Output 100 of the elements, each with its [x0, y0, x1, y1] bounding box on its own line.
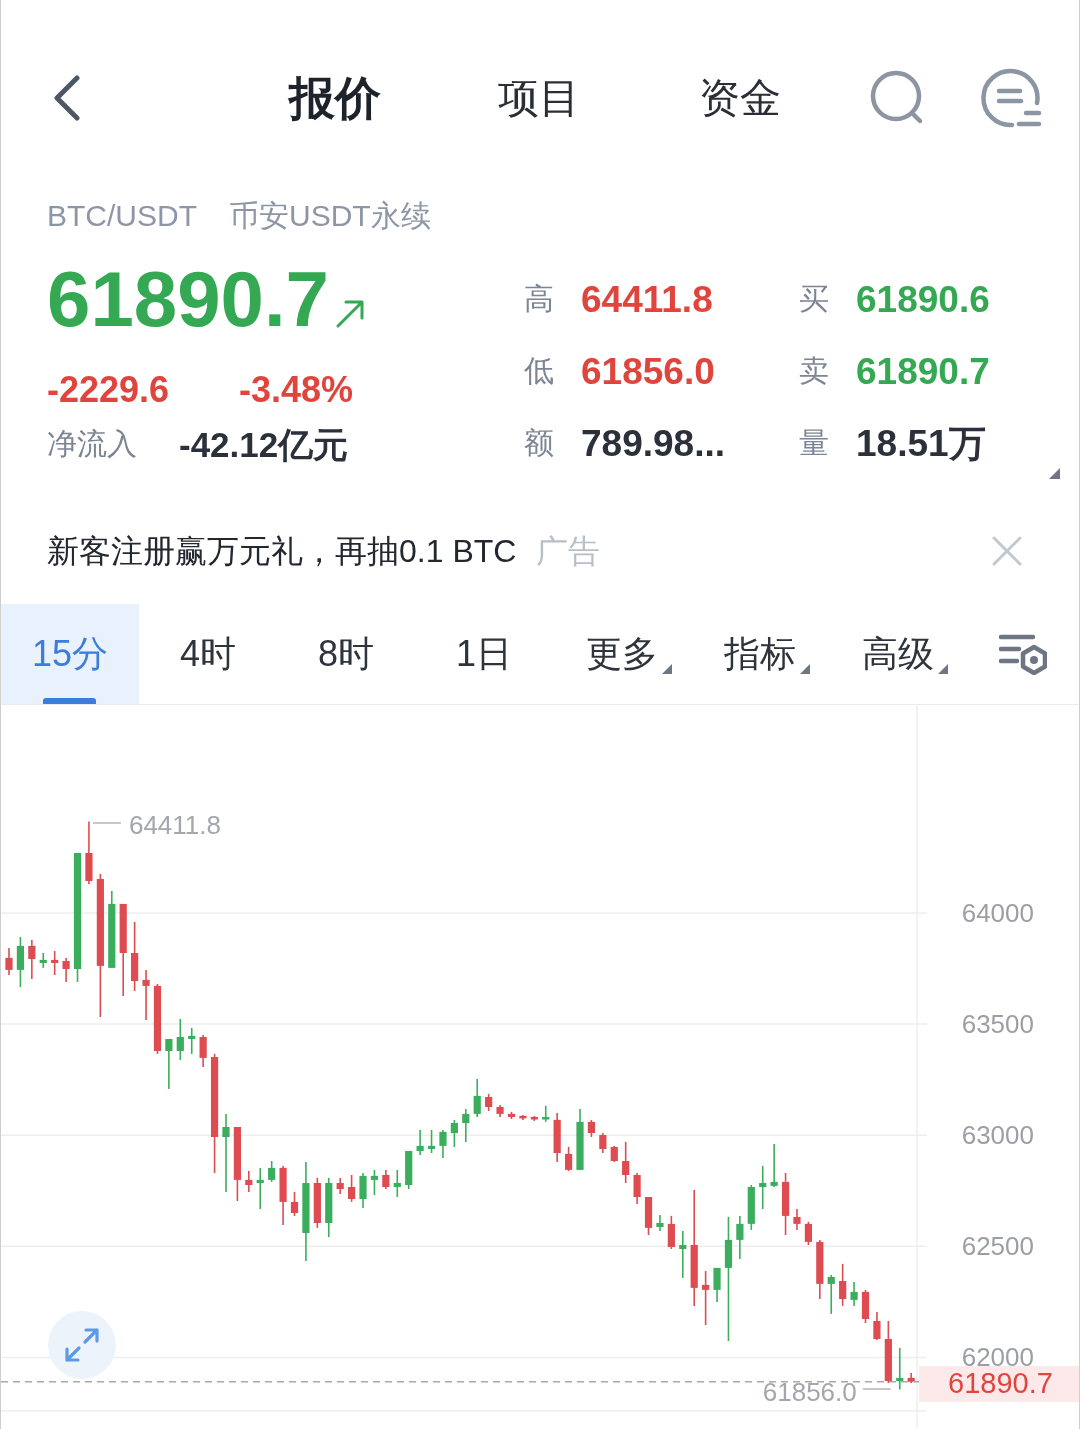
candle — [313, 1177, 321, 1229]
candle — [5, 947, 13, 976]
back-icon[interactable] — [52, 75, 82, 121]
last-price-tag: 61890.7 — [919, 1365, 1079, 1402]
candle — [713, 1267, 721, 1303]
candle — [507, 1111, 516, 1120]
candle — [839, 1263, 847, 1307]
candle — [759, 1165, 767, 1210]
candle — [633, 1172, 641, 1205]
close-icon[interactable] — [992, 535, 1022, 566]
stat-value: 64411.8 — [581, 280, 713, 318]
candle — [896, 1347, 904, 1391]
candle — [28, 939, 36, 980]
candle — [85, 820, 93, 885]
candle — [427, 1129, 436, 1154]
interval-tab[interactable]: 4时 — [139, 604, 277, 704]
stat-label: 量 — [799, 428, 830, 458]
nav-tab[interactable]: 资金 — [699, 77, 781, 119]
leader-line — [862, 1388, 892, 1390]
dropdown-corner-icon — [662, 664, 672, 674]
candle — [348, 1174, 356, 1203]
candle — [165, 1038, 173, 1090]
candle — [656, 1214, 664, 1232]
candle — [199, 1034, 207, 1068]
interval-tab[interactable]: 指标 — [691, 604, 829, 704]
message-icon[interactable] — [980, 67, 1042, 129]
expand-icon — [64, 1327, 100, 1363]
high-price-marker: 64411.8 — [128, 810, 221, 840]
candle — [51, 950, 59, 976]
candle — [496, 1104, 504, 1118]
candle — [907, 1372, 915, 1384]
candle — [188, 1027, 196, 1055]
candle — [473, 1078, 481, 1118]
candle — [359, 1172, 367, 1209]
candle — [519, 1114, 527, 1121]
market-label: 币安USDT永续 — [229, 201, 431, 231]
y-axis-label: 64000 — [961, 898, 1034, 928]
ad-text[interactable]: 新客注册赢万元礼，再抽0.1 BTC — [47, 534, 517, 567]
stat-value: 61890.6 — [856, 280, 990, 318]
stat-value: 61890.7 — [856, 352, 990, 390]
candle — [587, 1119, 595, 1138]
candle — [736, 1215, 744, 1260]
nav-tab[interactable]: 项目 — [498, 77, 580, 119]
interval-tab[interactable]: 高级 — [829, 604, 967, 704]
interval-tab[interactable]: 15分 — [1, 604, 139, 704]
candle — [599, 1132, 607, 1154]
candle — [176, 1018, 184, 1061]
nav-tab[interactable]: 报价 — [289, 75, 381, 121]
candle — [131, 921, 139, 992]
candle — [747, 1184, 755, 1231]
stat-label: 卖 — [799, 356, 830, 386]
candle — [39, 952, 47, 969]
candle — [565, 1146, 573, 1172]
candle — [245, 1170, 253, 1193]
candle — [553, 1112, 561, 1163]
interval-tab[interactable]: 更多 — [553, 604, 691, 704]
y-axis-label: 62500 — [961, 1231, 1034, 1262]
candle — [884, 1320, 892, 1384]
y-axis-label: 63000 — [961, 1120, 1034, 1151]
candle — [382, 1169, 390, 1190]
leader-line — [92, 822, 122, 824]
last-price: 61890.7 — [47, 260, 329, 338]
stat-label: 低 — [524, 356, 555, 386]
search-icon[interactable] — [869, 70, 925, 126]
candle — [644, 1196, 653, 1236]
price-change: -2229.6 — [47, 372, 171, 408]
candle — [781, 1172, 790, 1236]
candle — [393, 1169, 401, 1198]
candle — [256, 1167, 264, 1210]
candle — [530, 1115, 538, 1122]
candle — [542, 1105, 550, 1123]
candle — [873, 1311, 881, 1341]
candle — [816, 1239, 824, 1300]
stat-value: 18.51万 — [856, 424, 986, 462]
stat-value: 789.98... — [581, 424, 725, 462]
stat-label: 额 — [524, 428, 555, 458]
interval-tab[interactable]: 1日 — [415, 604, 553, 704]
candle — [450, 1119, 458, 1148]
price-change-percent: -3.48% — [239, 372, 354, 408]
candle — [336, 1177, 344, 1195]
candle — [462, 1108, 470, 1143]
chart-settings-icon[interactable] — [999, 633, 1047, 675]
candle — [827, 1274, 835, 1315]
interval-tab[interactable]: 8时 — [277, 604, 415, 704]
ad-tag: 广告 — [536, 534, 601, 567]
low-price-marker: 61856.0 — [762, 1377, 857, 1407]
candle — [268, 1160, 276, 1183]
candle — [439, 1129, 447, 1159]
candle — [770, 1143, 778, 1188]
y-axis-label: 63500 — [961, 1009, 1034, 1040]
candle — [679, 1230, 687, 1279]
symbol-label: BTC/USDT — [47, 201, 197, 231]
candle — [279, 1165, 287, 1226]
candle — [325, 1177, 333, 1238]
stat-label: 买 — [799, 284, 830, 314]
candle — [370, 1169, 379, 1196]
dropdown-corner-icon — [938, 664, 948, 674]
candle — [485, 1093, 493, 1112]
stat-label: 高 — [524, 284, 555, 314]
candle — [576, 1108, 584, 1171]
